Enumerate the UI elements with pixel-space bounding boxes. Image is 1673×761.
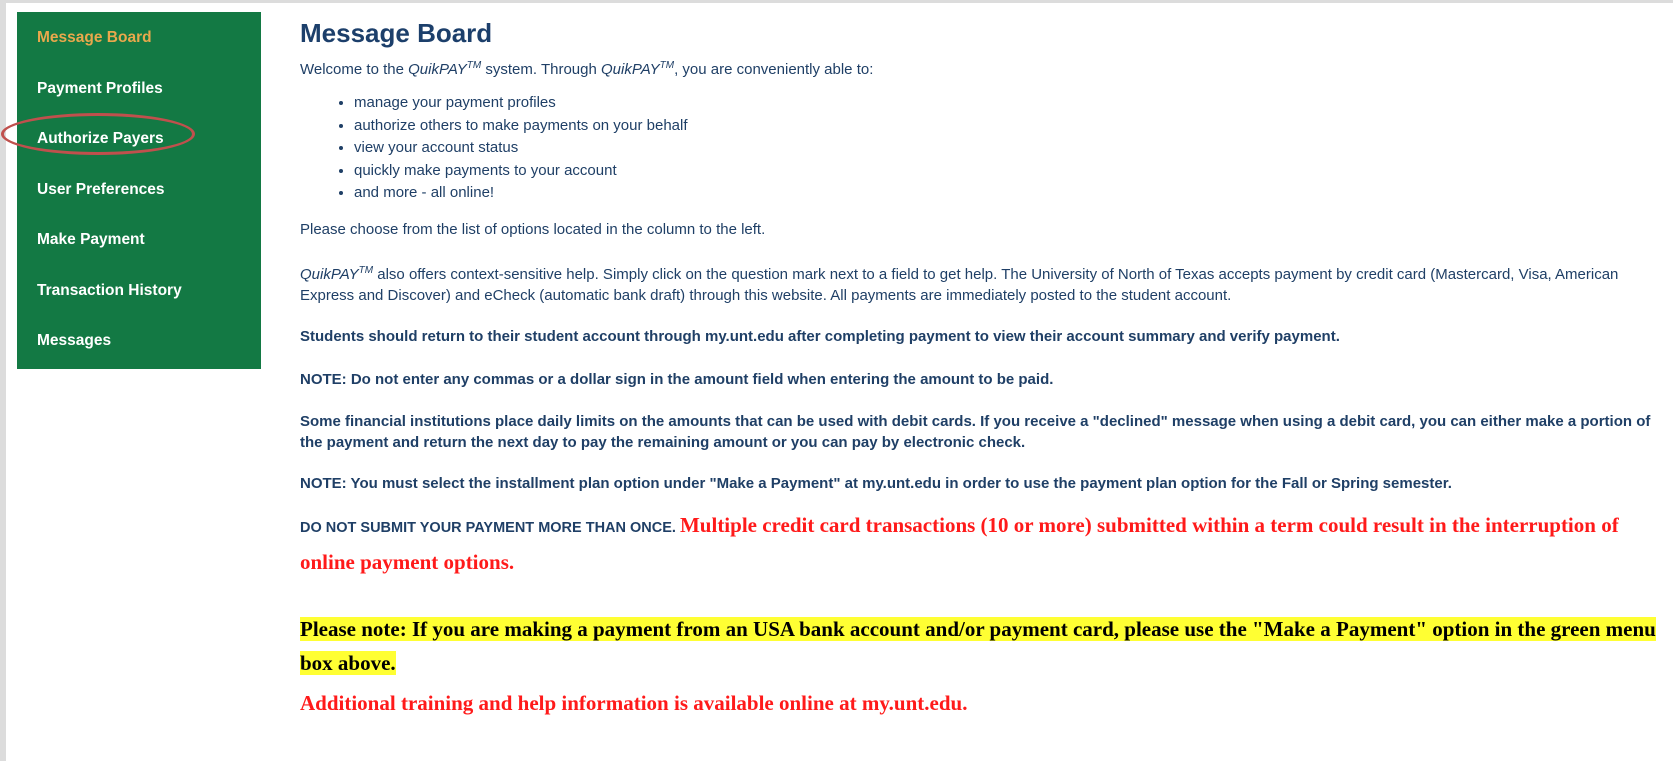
students-note: Students should return to their student … bbox=[300, 327, 1340, 345]
list-item: authorize others to make payments on you… bbox=[354, 115, 1670, 138]
welcome-middle: system. Through bbox=[481, 61, 601, 78]
sidebar-item-authorize-payers[interactable]: Authorize Payers bbox=[17, 129, 261, 180]
sidebar-item-message-board[interactable]: Message Board bbox=[17, 28, 261, 79]
trademark: TM bbox=[358, 264, 374, 276]
feature-list: manage your payment profiles authorize o… bbox=[300, 92, 1670, 205]
sidebar-item-transaction-history[interactable]: Transaction History bbox=[17, 281, 261, 332]
sidebar-item-make-payment[interactable]: Make Payment bbox=[17, 230, 261, 281]
trademark: TM bbox=[466, 60, 482, 71]
list-item: quickly make payments to your account bbox=[354, 160, 1670, 183]
welcome-text: Welcome to the QuikPAYTM system. Through… bbox=[300, 59, 1670, 80]
usa-payment-note: Please note: If you are making a payment… bbox=[300, 616, 1656, 675]
sidebar-item-messages[interactable]: Messages bbox=[17, 331, 261, 382]
help-text: QuikPAYTM also offers context-sensitive … bbox=[300, 264, 1670, 306]
help-description: also offers context-sensitive help. Simp… bbox=[300, 265, 1619, 304]
payment-once-warning: DO NOT SUBMIT YOUR PAYMENT MORE THAN ONC… bbox=[300, 508, 1670, 582]
once-note: DO NOT SUBMIT YOUR PAYMENT MORE THAN ONC… bbox=[300, 519, 680, 536]
welcome-suffix: , you are conveniently able to: bbox=[674, 61, 874, 78]
list-item: manage your payment profiles bbox=[354, 92, 1670, 115]
choose-text: Please choose from the list of options l… bbox=[300, 220, 766, 238]
trademark: TM bbox=[659, 60, 675, 71]
main-content: Message Board Welcome to the QuikPAYTM s… bbox=[300, 17, 1670, 720]
welcome-prefix: Welcome to the bbox=[300, 61, 409, 78]
list-item: view your account status bbox=[354, 137, 1670, 160]
brand-name: QuikPAY bbox=[408, 61, 467, 78]
sidebar-menu: Message Board Payment Profiles Authorize… bbox=[17, 12, 261, 369]
commas-note: NOTE: Do not enter any commas or a dolla… bbox=[300, 370, 1054, 388]
list-item: and more - all online! bbox=[354, 182, 1670, 205]
page-title: Message Board bbox=[300, 18, 493, 48]
installment-note: NOTE: You must select the installment pl… bbox=[300, 474, 1452, 492]
sidebar-item-user-preferences[interactable]: User Preferences bbox=[17, 180, 261, 231]
page: Message Board Payment Profiles Authorize… bbox=[1, 3, 1673, 761]
brand-name: QuikPAY bbox=[300, 265, 359, 283]
sidebar-item-payment-profiles[interactable]: Payment Profiles bbox=[17, 79, 261, 130]
usa-payment-note-wrapper: Please note: If you are making a payment… bbox=[300, 612, 1670, 680]
brand-name: QuikPAY bbox=[600, 61, 660, 78]
debit-card-note: Some financial institutions place daily … bbox=[300, 412, 1651, 451]
training-note: Additional training and help information… bbox=[300, 690, 968, 715]
